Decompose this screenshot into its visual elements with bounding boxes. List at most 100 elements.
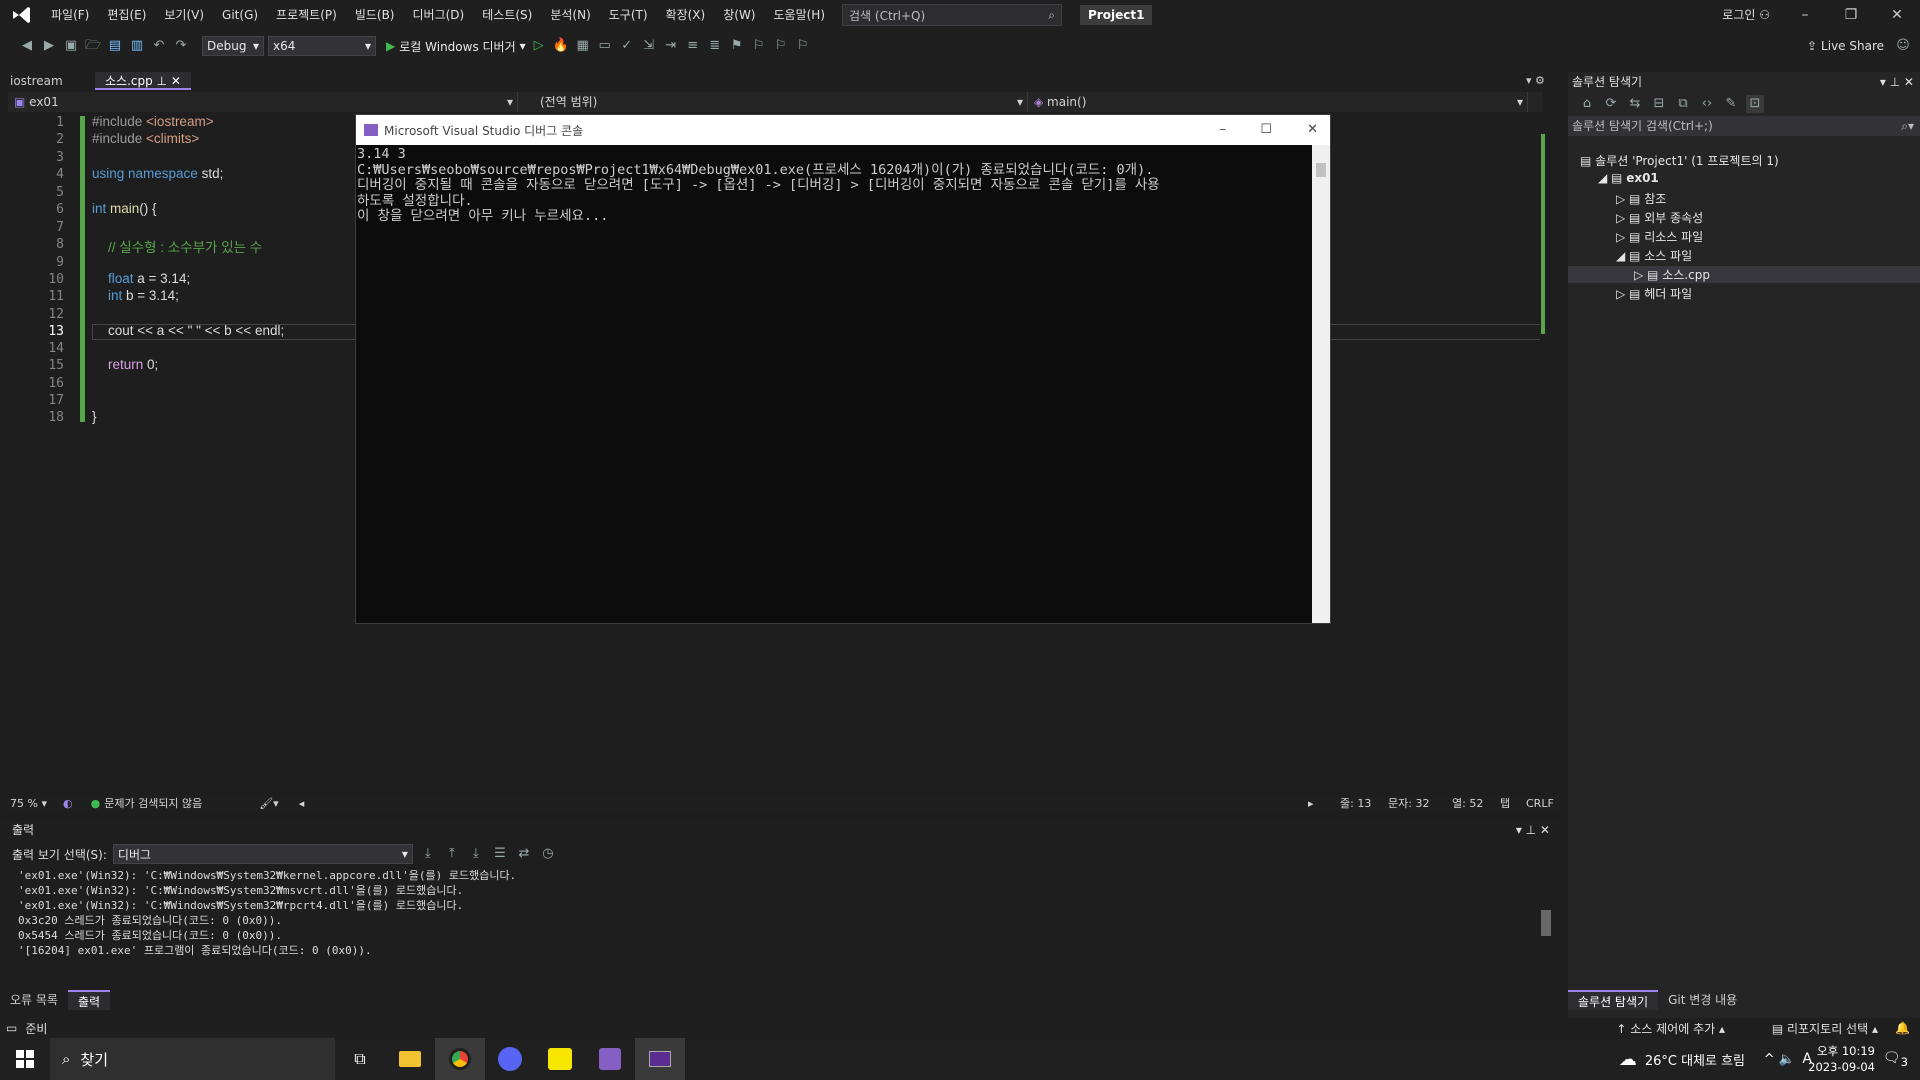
menu-item-8[interactable]: 분석(N) [541,0,599,30]
back-icon[interactable]: ◀ [18,37,36,55]
member-dropdown[interactable]: ◈ main() ▾ [1028,92,1528,112]
forward-icon[interactable]: ▶ [40,37,58,55]
prev-bookmark-icon[interactable]: ⚐ [750,37,768,55]
tree-item[interactable]: ▷ ▤ 외부 종속성 [1568,209,1920,226]
tree-expander-icon[interactable]: ▷ [1616,230,1629,244]
bookmark-icon[interactable]: ⚑ [728,37,746,55]
comment-icon[interactable]: ≡ [684,37,702,55]
panel-window-controls[interactable]: ▾ ⊥ ✕ [1880,72,1914,92]
close-button[interactable]: ✕ [1874,0,1920,30]
run-debugger-button[interactable]: ▶ 로컬 Windows 디버거 ▾ [386,38,526,55]
preview-icon[interactable]: ⊡ [1746,95,1764,113]
tree-item[interactable]: ◢ ▤ ex01 [1568,171,1920,185]
layout-icon[interactable]: ▭ [596,37,614,55]
taskbar-search[interactable]: ⌕ 찾기 [50,1038,335,1080]
doc-tab-1[interactable]: 소스.cpp ⊥ ✕ [95,72,191,90]
kakaotalk-icon[interactable] [535,1038,585,1080]
tree-item[interactable]: ▷ ▤ 헤더 파일 [1568,285,1920,302]
clock[interactable]: 오후 10:19 2023-09-04 [1808,1043,1875,1075]
tree-expander-icon[interactable]: ◢ [1598,171,1611,185]
menu-item-7[interactable]: 테스트(S) [473,0,541,30]
output-vertical-scrollbar[interactable] [1540,868,1552,986]
project-dropdown[interactable]: ▣ ex01 ▾ [8,92,518,112]
task-view-icon[interactable]: ⧉ [335,1038,385,1080]
notification-bell-icon[interactable]: 🔔 [1895,1021,1910,1035]
brush-icon[interactable]: 🖌▾ [259,797,279,810]
hot-reload-icon[interactable]: 🔥 [552,37,570,55]
next-bookmark-icon[interactable]: ⚐ [772,37,790,55]
tab-indicator[interactable]: 탭 [1500,795,1510,811]
menu-item-3[interactable]: Git(G) [213,0,267,30]
save-all-icon[interactable]: ▥ [128,37,146,55]
open-folder-icon[interactable]: 🗁 [84,37,102,55]
tray-icons[interactable]: ^ 🔈 [1764,1052,1795,1067]
run-without-debug-icon[interactable]: ▷ [530,37,548,55]
find-message-icon[interactable]: ⤓ [419,845,437,863]
new-project-icon[interactable]: ▣ [62,37,80,55]
weather-widget[interactable]: ☁ 26°C 대체로 흐림 [1619,1049,1745,1070]
search-icon[interactable]: ⌕ [1048,8,1055,23]
file-explorer-icon[interactable] [385,1038,435,1080]
tree-expander-icon[interactable]: ▷ [1616,211,1629,225]
scope-dropdown[interactable]: (전역 범위) ▾ [518,92,1028,112]
next-message-icon[interactable]: ⤓ [467,845,485,863]
console-taskbar-icon[interactable] [635,1038,685,1080]
uncomment-icon[interactable]: ≣ [706,37,724,55]
tab-dropdown-icon[interactable]: ▾ ⚙ [1526,74,1545,87]
solution-tab-0[interactable]: 솔루션 탐색기 [1568,990,1659,1010]
console-title-bar[interactable]: Microsoft Visual Studio 디버그 콘솔 – ☐ ✕ [356,115,1330,145]
tree-expander-icon[interactable]: ▷ [1634,268,1647,282]
solution-search-input[interactable]: 솔루션 탐색기 검색(Ctrl+;) ⌕▾ [1568,116,1920,136]
minimize-button[interactable]: – [1782,0,1828,30]
panel-window-controls[interactable]: ▾ ⊥ ✕ [1516,820,1550,840]
repository-button[interactable]: ▤ 리포지토리 선택 ▴ [1772,1020,1878,1037]
bottom-tab-1[interactable]: 출력 [67,990,111,1010]
prev-message-icon[interactable]: ⤒ [443,845,461,863]
menu-item-9[interactable]: 도구(T) [600,0,657,30]
switch-view-icon[interactable]: ⇆ [1626,95,1644,113]
menu-item-4[interactable]: 프로젝트(P) [267,0,346,30]
clear-bookmark-icon[interactable]: ⚐ [794,37,812,55]
word-wrap-icon[interactable]: ⇄ [515,845,533,863]
show-all-files-icon[interactable]: ⧉ [1674,95,1692,113]
menu-item-12[interactable]: 도움말(H) [765,0,835,30]
close-icon[interactable]: ✕ [171,74,181,88]
scroll-right-icon[interactable]: ▸ [1308,797,1314,810]
visual-studio-logo-icon[interactable] [10,4,32,26]
debug-console-window[interactable]: Microsoft Visual Studio 디버그 콘솔 – ☐ ✕ 3.1… [355,114,1331,624]
tree-expander-icon[interactable]: ◢ [1616,249,1629,263]
tree-item[interactable]: ▷ ▤ 참조 [1568,190,1920,207]
console-close-button[interactable]: ✕ [1307,122,1318,137]
tree-expander-icon[interactable]: ▷ [1616,192,1629,206]
tree-item[interactable]: ▤ 솔루션 'Project1' (1 프로젝트의 1) [1568,152,1920,169]
step-icon[interactable]: ⇲ [640,37,658,55]
menu-item-2[interactable]: 보기(V) [155,0,213,30]
menu-item-5[interactable]: 빌드(B) [346,0,404,30]
console-minimize-button[interactable]: – [1220,122,1227,137]
properties-icon[interactable]: ✎ [1722,95,1740,113]
menu-item-0[interactable]: 파일(F) [42,0,98,30]
zoom-select[interactable]: 75 % ▾ [8,797,63,810]
scroll-left-icon[interactable]: ◂ [299,797,305,810]
tree-item[interactable]: ▷ ▤ 리소스 파일 [1568,228,1920,245]
code-view-icon[interactable]: ‹› [1698,95,1716,113]
discord-icon[interactable] [485,1038,535,1080]
feedback-icon[interactable]: ☺ [1894,37,1912,55]
menu-item-10[interactable]: 확장(X) [657,0,715,30]
menu-item-11[interactable]: 창(W) [714,0,764,30]
indent-icon[interactable]: ⇥ [662,37,680,55]
tree-expander-icon[interactable]: ▷ [1616,287,1629,301]
editor-vertical-scrollbar[interactable] [1540,114,1552,794]
collapse-icon[interactable]: ⊟ [1650,95,1668,113]
issues-status[interactable]: 문제가 검색되지 않음 [104,795,259,811]
windows-start-icon[interactable] [0,1038,50,1080]
notification-center-icon[interactable]: 🗨3 [1883,1050,1908,1069]
source-control-button[interactable]: ↑ 소스 제어에 추가 ▴ [1616,1020,1725,1037]
clear-all-icon[interactable]: ☰ [491,845,509,863]
sync-icon[interactable]: ⟳ [1602,95,1620,113]
clock-icon[interactable]: ◷ [539,845,557,863]
output-source-select[interactable]: 디버그 ▾ [112,844,413,864]
live-share-button[interactable]: ⇪ Live Share [1807,39,1884,53]
visual-studio-icon[interactable] [585,1038,635,1080]
undo-icon[interactable]: ↶ [150,37,168,55]
